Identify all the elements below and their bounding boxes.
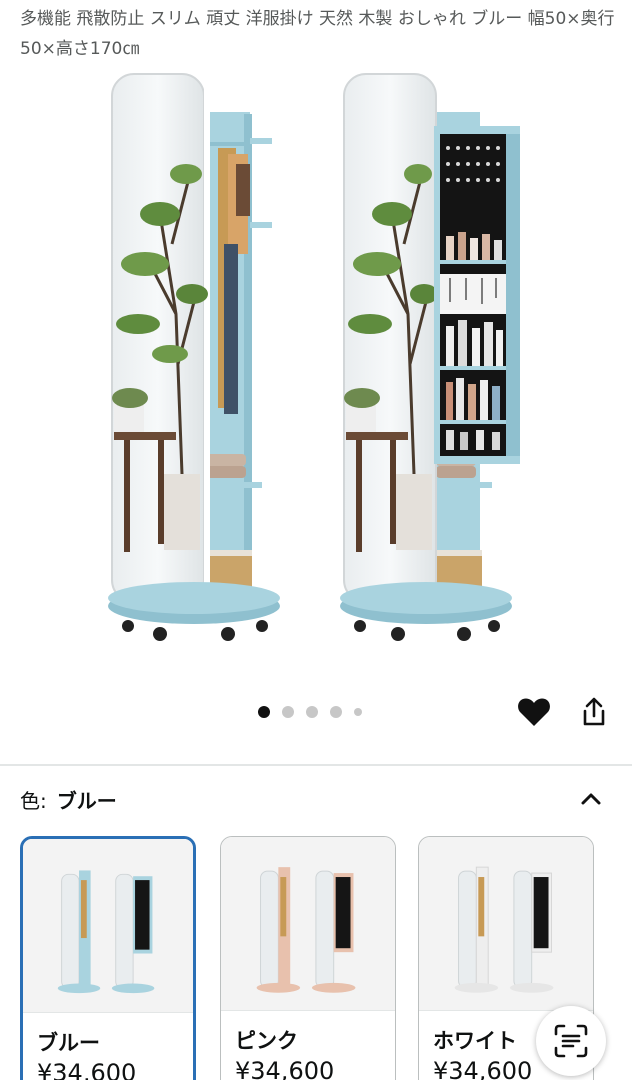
heart-icon bbox=[518, 698, 550, 726]
carousel-dot[interactable] bbox=[258, 706, 270, 718]
carousel-dot[interactable] bbox=[354, 708, 362, 716]
product-title: 多機能 飛散防止 スリム 頑丈 洋服掛け 天然 木製 おしゃれ ブルー 幅50×… bbox=[20, 9, 615, 59]
carousel-dot[interactable] bbox=[306, 706, 318, 718]
variant-name: ブルー bbox=[37, 1031, 100, 1055]
wishlist-button[interactable] bbox=[516, 694, 552, 730]
variant-price: ¥34,600 bbox=[433, 1057, 533, 1080]
variant-thumbnail bbox=[221, 837, 395, 1011]
share-icon bbox=[583, 697, 605, 726]
chevron-up-icon bbox=[581, 793, 601, 805]
product-image-carousel[interactable] bbox=[0, 64, 632, 664]
mirror-stand-left bbox=[108, 73, 280, 641]
collapse-button[interactable] bbox=[576, 784, 606, 814]
variant-name: ピンク bbox=[235, 1029, 298, 1053]
mirror-stand-right bbox=[340, 73, 520, 641]
product-image bbox=[108, 73, 520, 641]
carousel-indicator[interactable] bbox=[258, 705, 362, 719]
variant-option-blue[interactable]: ブルー ¥34,600 bbox=[20, 836, 196, 1080]
variant-option-pink[interactable]: ピンク ¥34,600 bbox=[220, 836, 396, 1080]
variant-name: ホワイト bbox=[433, 1029, 517, 1053]
variant-thumbnail bbox=[23, 839, 193, 1013]
variant-price: ¥34,600 bbox=[235, 1057, 335, 1080]
scan-text-button[interactable] bbox=[536, 1006, 606, 1076]
carousel-dot[interactable] bbox=[330, 706, 342, 718]
variant-image bbox=[57, 870, 155, 994]
section-divider bbox=[0, 764, 632, 766]
variant-image bbox=[256, 867, 356, 993]
variant-thumbnail bbox=[419, 837, 593, 1011]
share-button[interactable] bbox=[576, 694, 612, 730]
variant-price: ¥34,600 bbox=[37, 1059, 137, 1080]
variant-image bbox=[454, 866, 554, 993]
color-label: 色: bbox=[20, 788, 47, 813]
carousel-dot[interactable] bbox=[282, 706, 294, 718]
scan-text-icon bbox=[554, 1024, 588, 1058]
color-selector-header[interactable]: 色: ブルー bbox=[20, 782, 612, 816]
selected-color: ブルー bbox=[56, 788, 117, 813]
